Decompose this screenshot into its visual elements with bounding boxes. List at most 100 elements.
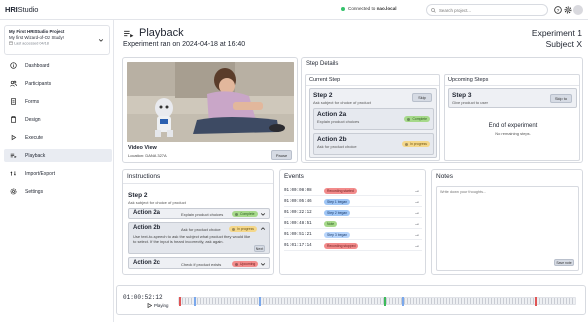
arrow-right-icon[interactable]: →	[414, 243, 420, 249]
current-action-2a[interactable]: Action 2a Explain product choices Comple…	[313, 108, 434, 130]
instructions-panel: Instructions Step 2 Ask subject for choi…	[122, 169, 274, 275]
event-row[interactable]: 01:01:17:14 Recording stopped →	[284, 241, 422, 251]
document-icon	[11, 98, 16, 105]
play-toggle[interactable]: Playing	[147, 303, 168, 308]
sidebar-item-execute[interactable]: Execute	[4, 131, 112, 144]
upcoming-steps-title: Upcoming Steps	[445, 75, 579, 86]
upcoming-step-card: Step 3 Give product to user Skip to	[448, 88, 577, 108]
event-row[interactable]: 01:00:08:08 Recording started →	[284, 186, 422, 196]
last-accessed: Last accessed 04/18	[9, 41, 105, 46]
sidebar-item-forms[interactable]: Forms	[4, 95, 112, 108]
instruction-detail: Use text-to-speech to ask the subject wh…	[133, 234, 251, 244]
skip-to-button[interactable]: Skip to	[550, 94, 572, 103]
end-of-experiment: End of experiment	[488, 123, 538, 129]
search-box[interactable]	[426, 4, 548, 16]
timeline-scrubber[interactable]	[178, 297, 576, 306]
sidebar-item-playback[interactable]: Playback	[4, 149, 112, 162]
chevron-down-icon[interactable]	[260, 211, 266, 217]
instructions-title: Instructions	[123, 170, 273, 184]
timeline-marker-step-3[interactable]	[402, 297, 404, 306]
timeline-timestamp: 01:00:52:12	[123, 294, 163, 301]
event-row[interactable]: 01:00:05:46 Step 1 began →	[284, 197, 422, 207]
instruction-action-2a[interactable]: Action 2a Explain product choices Comple…	[128, 208, 270, 219]
current-action-2b[interactable]: Action 2b Ask for product choice In prog…	[313, 133, 434, 155]
calendar-icon	[9, 41, 13, 45]
step-details-title: Step Details	[306, 61, 339, 67]
sidebar-item-participants[interactable]: Participants	[4, 77, 112, 90]
chevron-up-icon[interactable]	[260, 226, 266, 232]
video-feed[interactable]	[127, 62, 294, 142]
upcoming-steps-panel: Upcoming Steps Step 3 Give product to us…	[444, 74, 580, 161]
arrow-right-icon[interactable]: →	[414, 221, 420, 227]
sidebar-item-label: Settings	[25, 188, 44, 195]
instruction-step-name: Step 2	[128, 192, 148, 199]
page-title: Playback	[123, 27, 184, 39]
current-step-card: Step 2 Ask subject for choice of product…	[309, 88, 437, 158]
pause-button[interactable]: Pause	[271, 150, 292, 160]
save-note-button[interactable]: Save note	[554, 259, 574, 266]
current-step-panel: Current Step Step 2 Ask subject for choi…	[305, 74, 440, 161]
event-badge: Recording stopped	[324, 242, 359, 249]
connection-dot-icon	[341, 6, 345, 11]
timeline-panel: 01:00:52:12 Playing	[116, 285, 586, 315]
arrow-right-icon[interactable]: →	[414, 232, 420, 238]
help-icon[interactable]: ?	[553, 5, 563, 15]
events-title: Events	[284, 173, 304, 180]
sidebar-item-label: Design	[25, 116, 41, 123]
sidebar-item-label: Import/Export	[25, 170, 56, 177]
event-row[interactable]: 01:00:51:21 Step 3 began →	[284, 230, 422, 240]
app-logo[interactable]: HRIStudio	[5, 5, 38, 14]
project-selector[interactable]: My First HRIStudio Project My first Wiza…	[4, 25, 110, 55]
current-step-title: Current Step	[306, 75, 439, 86]
project-name: My First HRIStudio Project	[9, 29, 65, 34]
timeline-marker-recording-start[interactable]	[179, 297, 181, 306]
playlist-icon	[124, 30, 134, 37]
svg-text:?: ?	[557, 8, 560, 14]
timeline-marker-step-2[interactable]	[259, 297, 261, 306]
swap-icon	[10, 171, 16, 176]
top-bar: HRIStudio Connected to nao.local ?	[0, 0, 588, 20]
skip-button[interactable]: Skip	[412, 93, 432, 102]
instruction-action-2c[interactable]: Action 2c Check if product exists Upcomi…	[128, 257, 270, 269]
sidebar-item-settings[interactable]: Settings	[4, 185, 112, 198]
event-badge: Step 2 began	[324, 209, 351, 216]
video-panel: Video View Location: DANA 327A Pause	[122, 57, 298, 163]
instruction-action-2b[interactable]: Action 2b Ask for product choice In prog…	[128, 222, 270, 254]
chevron-down-icon[interactable]	[260, 261, 266, 267]
experiment-name: Experiment 1	[531, 28, 582, 38]
sidebar-item-label: Dashboard	[25, 62, 50, 69]
status-badge: Complete	[232, 211, 258, 217]
status-badge: In progress	[229, 226, 257, 232]
event-row[interactable]: 01:00:48:51 Note →	[284, 219, 422, 229]
play-icon	[11, 134, 17, 141]
play-icon	[147, 303, 152, 308]
notes-panel: Notes Save note	[431, 169, 583, 275]
arrow-right-icon[interactable]: →	[414, 188, 420, 194]
next-button[interactable]: Next	[254, 245, 265, 252]
sidebar-item-design[interactable]: Design	[4, 113, 112, 126]
user-avatar[interactable]	[573, 5, 583, 15]
arrow-right-icon[interactable]: →	[414, 199, 420, 205]
event-badge: Recording started	[324, 187, 357, 194]
clipboard-icon	[11, 116, 16, 123]
events-panel: Events 01:00:08:08 Recording started → 0…	[279, 169, 426, 275]
sidebar-item-import-export[interactable]: Import/Export	[4, 167, 112, 180]
event-row[interactable]: 01:00:22:12 Step 2 began →	[284, 208, 422, 218]
sidebar-item-label: Execute	[25, 134, 44, 141]
sidebar-item-label: Participants	[25, 80, 52, 87]
end-of-experiment-desc: No remaining steps.	[495, 131, 531, 136]
sidebar-item-dashboard[interactable]: Dashboard	[4, 59, 112, 72]
users-icon	[10, 80, 17, 87]
gear-icon	[10, 188, 17, 195]
timeline-marker-step-1[interactable]	[194, 297, 196, 306]
status-badge: Complete	[404, 116, 430, 122]
timeline-marker-recording-stop[interactable]	[535, 297, 537, 306]
video-title: Video View	[128, 145, 157, 151]
search-input[interactable]	[439, 7, 539, 13]
sidebar: My First HRIStudio Project My first Wiza…	[0, 20, 114, 322]
arrow-right-icon[interactable]: →	[414, 210, 420, 216]
study-name: My first Wizard-of-Oz Study!	[9, 35, 64, 40]
timeline-marker-note[interactable]	[384, 297, 386, 306]
status-badge: Upcoming	[232, 261, 259, 267]
settings-gear-icon[interactable]	[563, 5, 573, 15]
